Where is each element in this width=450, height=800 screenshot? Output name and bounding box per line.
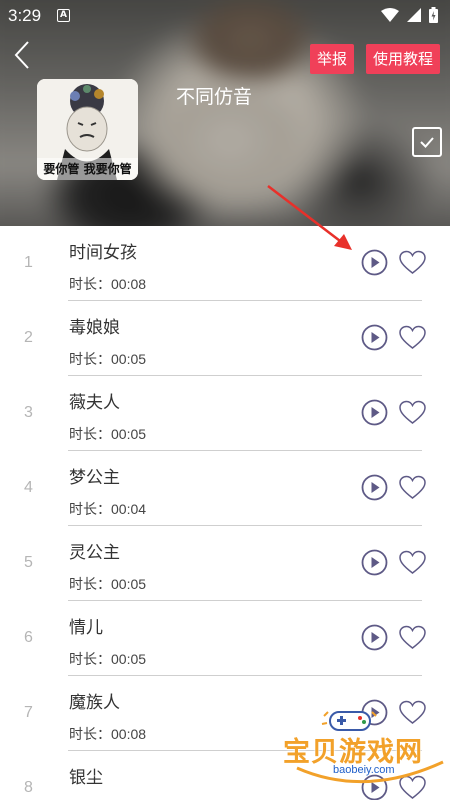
play-icon[interactable] [361,249,388,276]
track-name: 时间女孩 [69,243,137,263]
battery-icon [429,7,438,23]
track-name: 薇夫人 [69,393,120,413]
heart-icon[interactable] [398,249,427,276]
watermark-url: baobeiy.com [333,764,395,776]
track-name: 毒娘娘 [69,318,120,338]
cover-caption: 要你管 我要你管 [37,158,138,180]
list-item[interactable]: 2 毒娘娘 时长：00:05 [0,301,450,376]
status-time: 3:29 [8,6,42,25]
track-duration: 时长：00:05 [69,576,147,592]
list-item[interactable]: 5 灵公主 时长：00:05 [0,526,450,601]
list-item[interactable]: 6 情儿 时长：00:05 [0,601,450,676]
track-duration: 时长：00:04 [69,501,147,517]
track-index: 7 [24,704,33,721]
album-header: 3:29 A 举报 使用教程 要你管 我要你管 不同仿音 [0,0,450,226]
track-duration: 时长：00:08 [69,726,147,742]
heart-icon[interactable] [398,624,427,651]
track-index: 2 [24,329,33,346]
track-name: 梦公主 [69,468,120,488]
play-icon[interactable] [361,324,388,351]
heart-icon[interactable] [398,324,427,351]
annotation-arrow-icon [267,185,352,250]
back-button[interactable] [6,38,40,72]
album-title: 不同仿音 [176,86,253,108]
play-icon[interactable] [361,399,388,426]
signal-icon [407,8,421,22]
track-name: 情儿 [69,618,103,638]
track-index: 5 [24,554,33,571]
track-index: 3 [24,404,33,421]
list-item[interactable]: 4 梦公主 时长：00:04 [0,451,450,526]
track-name: 魔族人 [69,693,120,713]
track-index: 8 [24,779,33,796]
track-index: 1 [24,254,33,271]
play-icon[interactable] [361,474,388,501]
checkbox-icon [420,137,434,148]
watermark: 宝贝游戏网 baobeiy.com [275,700,450,800]
track-name: 银尘 [69,768,103,788]
status-bar: 3:29 A [0,0,450,32]
heart-icon[interactable] [398,399,427,426]
notification-badge: A [57,9,70,22]
track-duration: 时长：00:05 [69,651,147,667]
album-cover: 要你管 我要你管 [37,79,138,180]
play-icon[interactable] [361,624,388,651]
track-index: 6 [24,629,33,646]
track-name: 灵公主 [69,543,120,563]
chevron-left-icon [14,41,29,69]
heart-icon[interactable] [398,474,427,501]
tutorial-button[interactable]: 使用教程 [366,44,441,74]
list-item[interactable]: 3 薇夫人 时长：00:05 [0,376,450,451]
select-all-button[interactable] [412,127,442,157]
heart-icon[interactable] [398,549,427,576]
track-duration: 时长：00:05 [69,426,147,442]
wifi-icon [381,8,399,22]
track-duration: 时长：00:05 [69,351,147,367]
report-button[interactable]: 举报 [310,44,355,74]
track-duration: 时长：00:08 [69,276,147,292]
list-item[interactable]: 1 时间女孩 时长：00:08 [0,226,450,301]
track-index: 4 [24,479,33,496]
play-icon[interactable] [361,549,388,576]
